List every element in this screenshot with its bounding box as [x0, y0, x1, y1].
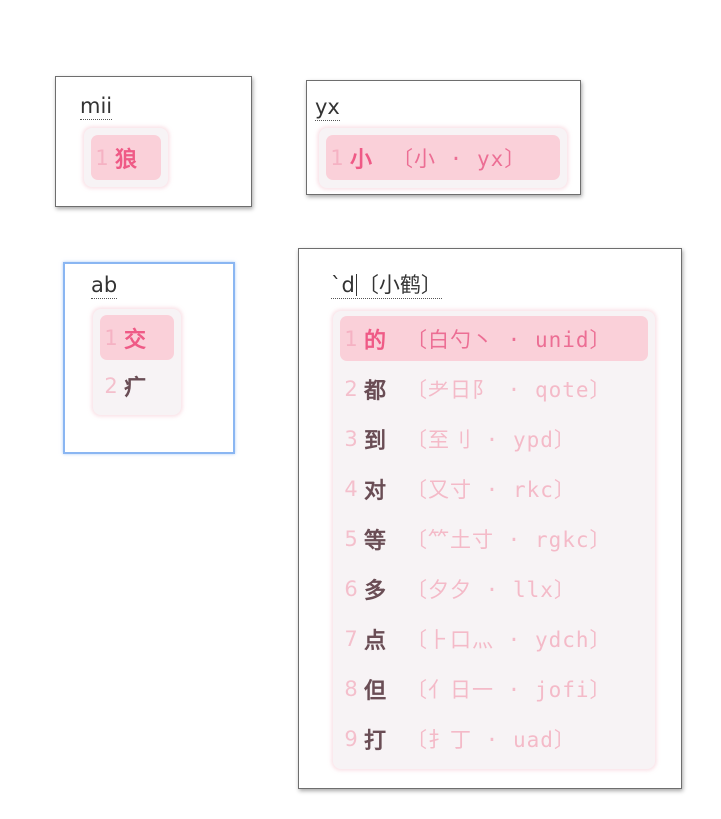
ime-window-ab: ab 1 交 2 疒 — [63, 262, 235, 454]
candidate-index: 9 — [344, 726, 358, 751]
candidate-item[interactable]: 1 小 〔小 · yx〕 — [326, 135, 560, 180]
candidate-item[interactable]: 2 都 〔耂日阝 · qote〕 — [340, 366, 648, 411]
candidate-comment: 〔至刂 · ypd〕 — [406, 427, 576, 452]
candidate-index: 4 — [344, 476, 358, 501]
candidate-item[interactable]: 9 打 〔扌丁 · uad〕 — [340, 716, 648, 761]
candidate-index: 8 — [344, 676, 358, 701]
candidate-text: 对 — [364, 478, 387, 504]
candidate-comment: 〔又寸 · rkc〕 — [406, 477, 576, 502]
candidate-text: 交 — [124, 327, 147, 353]
candidate-index: 1 — [104, 325, 118, 350]
candidate-comment: 〔⺊口灬 · ydch〕 — [406, 627, 612, 652]
candidate-text: 多 — [364, 578, 387, 604]
candidate-text: 到 — [364, 428, 387, 454]
candidate-index: 2 — [104, 373, 118, 398]
text-caret — [355, 274, 357, 296]
candidate-index: 5 — [344, 526, 358, 551]
candidate-index: 6 — [344, 576, 358, 601]
candidate-text: 等 — [364, 528, 387, 554]
candidate-panel: 1 交 2 疒 — [93, 309, 181, 415]
preedit-text: `d — [331, 273, 355, 297]
candidate-item[interactable]: 1 交 — [100, 315, 174, 360]
candidate-text: 打 — [364, 728, 387, 754]
candidate-item[interactable]: 2 疒 — [100, 363, 174, 408]
candidate-item[interactable]: 1 的 〔白勺丶 · unid〕 — [340, 316, 648, 361]
candidate-index: 2 — [344, 376, 358, 401]
candidate-comment: 〔夕夕 · llx〕 — [406, 577, 576, 602]
candidate-item[interactable]: 1 狼 — [91, 135, 161, 180]
ime-window-yx: yx 1 小 〔小 · yx〕 — [306, 80, 581, 195]
preedit-input[interactable]: yx — [315, 94, 340, 121]
candidate-comment: 〔扌丁 · uad〕 — [406, 727, 576, 752]
candidate-text: 狼 — [115, 147, 138, 173]
candidate-item[interactable]: 6 多 〔夕夕 · llx〕 — [340, 566, 648, 611]
candidate-comment: 〔白勺丶 · unid〕 — [406, 327, 612, 352]
candidate-item[interactable]: 5 等 〔⺮土寸 · rgkc〕 — [340, 516, 648, 561]
candidate-comment: 〔亻日一 · jofi〕 — [406, 677, 612, 702]
candidate-item[interactable]: 7 点 〔⺊口灬 · ydch〕 — [340, 616, 648, 661]
candidate-text: 但 — [364, 678, 387, 704]
candidate-index: 3 — [344, 426, 358, 451]
candidate-item[interactable]: 3 到 〔至刂 · ypd〕 — [340, 416, 648, 461]
candidate-index: 7 — [344, 626, 358, 651]
candidate-text: 疒 — [124, 375, 147, 401]
ime-window-d: `d 〔小鹤〕 1 的 〔白勺丶 · unid〕 2 都 〔耂日阝 · qote〕… — [298, 248, 682, 789]
preedit-hint: 〔小鹤〕 — [357, 273, 442, 297]
candidate-panel: 1 狼 — [84, 128, 168, 187]
candidate-comment: 〔耂日阝 · qote〕 — [406, 377, 612, 402]
candidate-index: 1 — [330, 145, 344, 170]
candidate-comment: 〔⺮土寸 · rgkc〕 — [406, 527, 612, 552]
candidate-index: 1 — [344, 326, 358, 351]
candidate-item[interactable]: 4 对 〔又寸 · rkc〕 — [340, 466, 648, 511]
candidate-panel: 1 的 〔白勺丶 · unid〕 2 都 〔耂日阝 · qote〕 3 到 〔至… — [333, 311, 655, 769]
candidate-text: 都 — [364, 378, 387, 404]
candidate-text: 的 — [364, 328, 387, 354]
candidate-text: 点 — [364, 628, 387, 654]
preedit-input[interactable]: `d 〔小鹤〕 — [331, 272, 442, 299]
candidate-index: 1 — [95, 145, 109, 170]
ime-window-mii: mii 1 狼 — [55, 76, 252, 207]
candidate-item[interactable]: 8 但 〔亻日一 · jofi〕 — [340, 666, 648, 711]
candidate-text: 小 — [350, 147, 373, 173]
candidate-panel: 1 小 〔小 · yx〕 — [319, 128, 567, 188]
candidate-comment: 〔小 · yx〕 — [392, 146, 527, 171]
preedit-input[interactable]: ab — [91, 272, 118, 299]
preedit-input[interactable]: mii — [80, 93, 113, 120]
